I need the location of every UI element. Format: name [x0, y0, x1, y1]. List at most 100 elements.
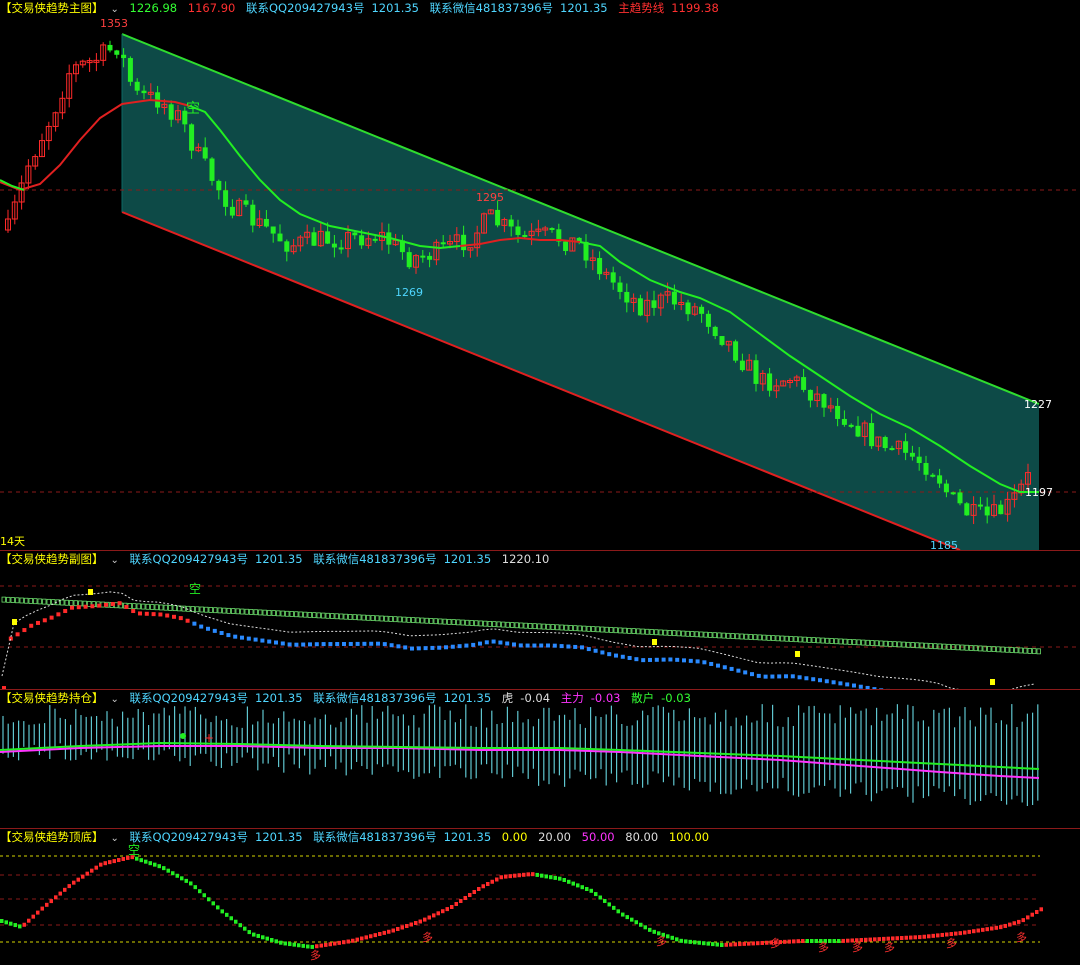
hold-chart-panel[interactable]: 【交易侠趋势持仓】 ⌄ 联系QQ209427943号 1201.35 联系微信481… — [0, 690, 1080, 828]
tb-dot — [117, 858, 121, 863]
main-chart-panel[interactable]: 【交易侠趋势主图】 ⌄ 1226.98 1167.90 联系QQ209427943… — [0, 0, 1080, 550]
tb-dot — [805, 939, 809, 943]
sub-bar-top — [856, 639, 861, 646]
tb-level-80: 80.00 — [625, 830, 659, 844]
sub-bar-top — [717, 632, 722, 639]
sub-bar-top — [447, 618, 452, 625]
hold-chart-title[interactable]: 【交易侠趋势持仓】 — [0, 691, 104, 705]
sub-bar-top — [865, 639, 870, 646]
tb-dot — [499, 875, 503, 880]
hold-bars-group — [2, 704, 1039, 807]
tb-dot — [729, 942, 733, 947]
sub-bar-top — [721, 632, 726, 639]
sub-marker — [437, 645, 442, 650]
chevron-down-icon[interactable]: ⌄ — [111, 694, 119, 705]
tb-level-0: 0.00 — [501, 830, 528, 844]
tb-dot — [76, 877, 80, 882]
sub-bar-top — [280, 610, 285, 617]
chevron-down-icon[interactable]: ⌄ — [111, 4, 119, 15]
candle — [5, 209, 11, 233]
sub-bar-top — [235, 608, 240, 615]
main-wx-value: 1201.35 — [560, 1, 608, 15]
tb-dot — [67, 884, 71, 889]
sub-marker — [627, 655, 632, 660]
sub-bar-top — [672, 630, 677, 637]
sub-bar-top — [550, 624, 555, 630]
sub-bar-top — [397, 616, 402, 623]
tb-dot — [927, 934, 931, 939]
candle — [66, 64, 73, 108]
hold-chart-header: 【交易侠趋势持仓】 ⌄ 联系QQ209427943号 1201.35 联系微信481… — [0, 690, 698, 706]
tb-dot — [630, 917, 634, 922]
sub-bar-top — [879, 640, 884, 647]
main-price-chart[interactable]: 1227 1197 1185 1353 1295 1269 空 14天 — [0, 0, 1080, 550]
sub-marker — [586, 647, 591, 652]
hold-wx-value: 1201.35 — [443, 691, 492, 705]
sub-qq-label: 联系QQ209427943号 — [129, 552, 248, 566]
sub-marker — [287, 642, 292, 647]
sub-chart-panel[interactable]: 【交易侠趋势副图】 ⌄ 联系QQ209427943号 1201.35 联系微信481… — [0, 551, 1080, 689]
sub-bar-top — [465, 619, 470, 626]
sub-marker — [376, 641, 380, 646]
sub-bar-top — [546, 623, 551, 630]
sub-bar-top — [924, 642, 929, 649]
tb-level-50: 50.00 — [581, 830, 615, 844]
sub-bar-top — [690, 631, 695, 637]
tb-dot — [283, 941, 287, 946]
tb-dot — [558, 876, 562, 881]
tb-dot — [891, 936, 895, 941]
sub-bar-top — [618, 627, 623, 634]
tb-dot — [1017, 919, 1021, 924]
tb-dot — [504, 874, 508, 879]
sub-bar-top — [667, 630, 672, 636]
tb-marker-kong: 空 — [128, 843, 140, 857]
tb-dot — [54, 895, 58, 900]
main-chart-title[interactable]: 【交易侠趋势主图】 — [0, 1, 104, 15]
tb-chart-title[interactable]: 【交易侠趋势顶底】 — [0, 830, 104, 844]
sub-bar-top — [645, 628, 650, 635]
sub-bar-top — [555, 624, 560, 631]
tb-dot — [963, 930, 967, 935]
sub-bar-top — [762, 634, 767, 641]
sub-marker — [498, 640, 503, 645]
tb-dot — [216, 905, 220, 910]
sub-marker-kong: 空 — [189, 582, 201, 596]
sub-marker — [559, 644, 564, 649]
tb-dot — [27, 918, 31, 923]
tb-dot — [931, 933, 935, 938]
tb-dot — [364, 935, 368, 940]
topbottom-chart-panel[interactable]: 【交易侠趋势顶底】 ⌄ 联系QQ209427943号 1201.35 联系微信481… — [0, 829, 1080, 965]
tb-marker-duo: 多 — [656, 934, 667, 948]
hold-indicator-chart[interactable]: + — [0, 690, 1080, 828]
chevron-down-icon[interactable]: ⌄ — [111, 555, 119, 566]
sub-bar-top — [231, 608, 236, 614]
tb-indicator-chart[interactable]: 空 多多多多多多多多多 — [0, 829, 1080, 965]
tb-dot — [603, 898, 607, 903]
sub-bar-top — [213, 607, 218, 614]
sub-bar-top — [78, 600, 83, 607]
tb-dot — [198, 889, 202, 894]
sub-indicator-chart[interactable]: 空 — [0, 551, 1080, 689]
chevron-down-icon[interactable]: ⌄ — [111, 833, 119, 844]
sub-bar-top — [663, 629, 668, 636]
sub-bar-top — [757, 634, 762, 641]
sub-marker — [97, 603, 102, 608]
sub-bar-top — [852, 639, 857, 646]
candle — [964, 502, 970, 516]
sub-yellow-marker — [12, 619, 17, 625]
sub-bar-top — [483, 620, 488, 627]
tb-dot — [751, 941, 755, 946]
tb-dot — [495, 877, 499, 882]
sub-bar-top — [204, 606, 209, 613]
tb-dot — [810, 939, 814, 943]
sub-marker — [580, 645, 584, 650]
tb-dot — [1026, 915, 1030, 920]
tb-dot — [369, 934, 373, 939]
sub-chart-title[interactable]: 【交易侠趋势副图】 — [0, 552, 104, 566]
sub-bar-top — [825, 637, 830, 644]
tb-dot — [792, 939, 796, 944]
sub-bar-top — [753, 634, 758, 641]
sub-bar-top — [793, 636, 798, 643]
sub-marker — [138, 611, 142, 616]
tb-dot — [846, 938, 850, 943]
